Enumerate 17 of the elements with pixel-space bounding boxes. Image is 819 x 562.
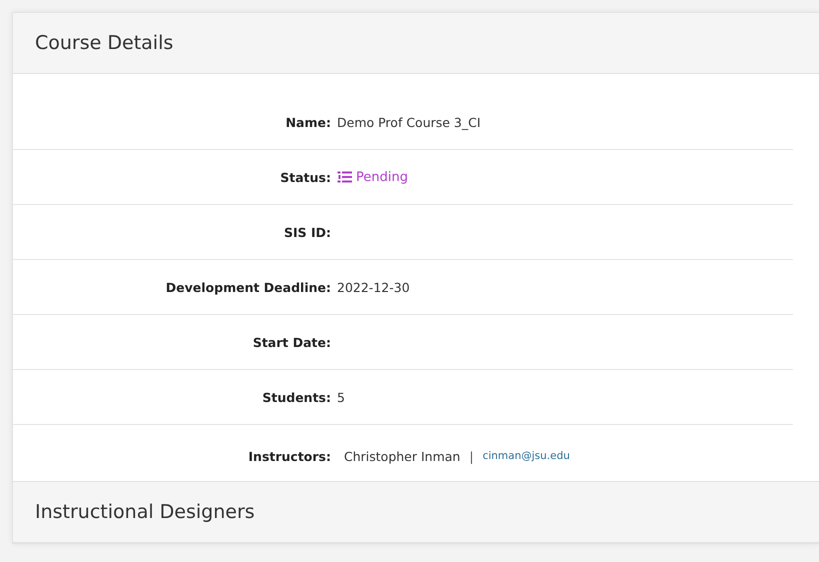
- card-title: Course Details: [35, 32, 174, 54]
- field-value: Demo Prof Course 3_CI: [337, 114, 481, 130]
- field-label: Name:: [284, 114, 331, 130]
- email-link[interactable]: cinman@jsu.edu: [482, 450, 570, 462]
- field-value: 5: [337, 390, 345, 404]
- field-value: 2022-12-30: [337, 280, 410, 294]
- status-label: Pending: [337, 170, 408, 184]
- field-label: SIS ID:: [282, 224, 331, 240]
- field-label: Instructors:: [247, 448, 331, 464]
- field-label: Students:: [261, 390, 331, 404]
- field-label: Start Date:: [252, 334, 331, 350]
- instructor-name: Christopher Inman: [344, 448, 460, 464]
- field-label: Status:: [279, 170, 331, 184]
- field-label: Development Deadline:: [164, 280, 331, 294]
- list-icon: [337, 171, 352, 183]
- card-title: Instructional Designers: [35, 501, 255, 523]
- separator: |: [469, 448, 474, 464]
